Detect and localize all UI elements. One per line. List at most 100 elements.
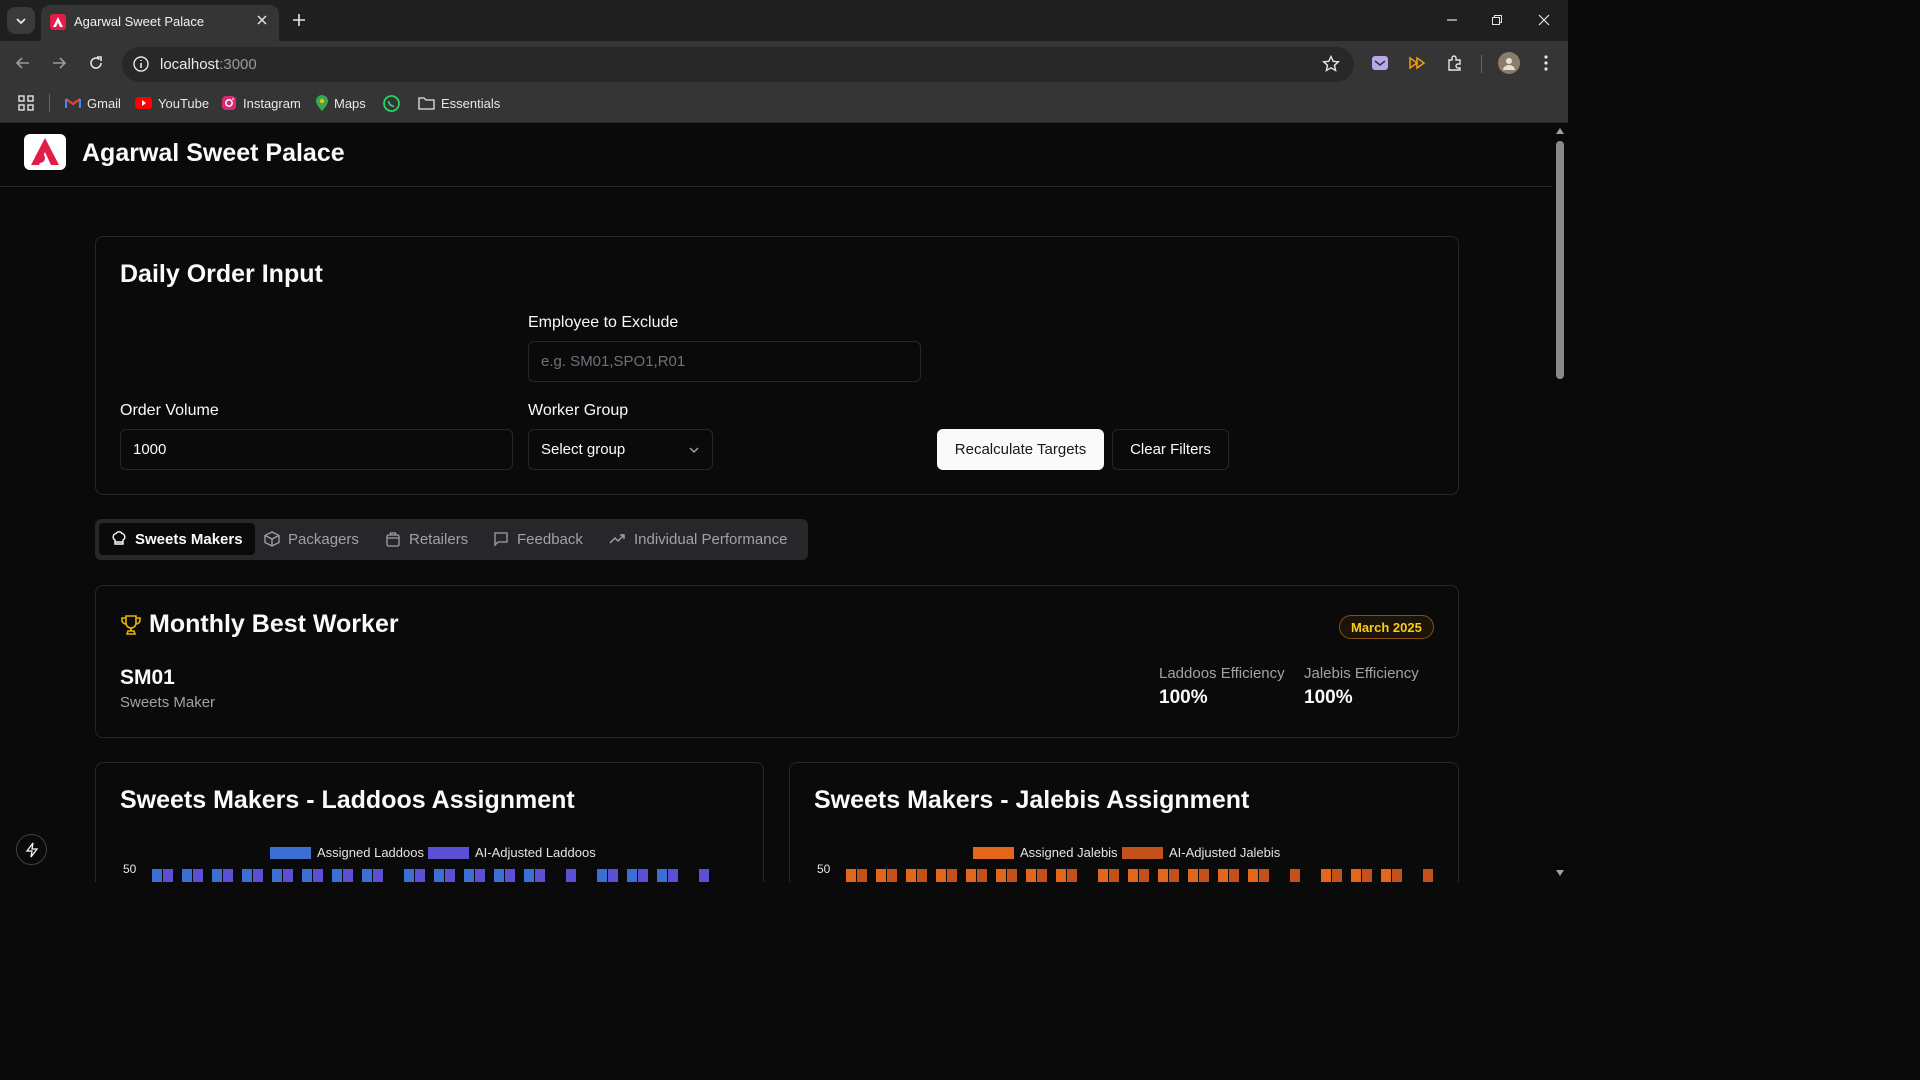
back-button[interactable]	[12, 52, 34, 74]
bookmark-gmail[interactable]: Gmail	[65, 94, 121, 112]
scrollbar-thumb[interactable]	[1556, 141, 1564, 379]
menu-kebab-icon[interactable]	[1536, 53, 1556, 73]
forward-button[interactable]	[48, 52, 70, 74]
plus-icon	[293, 14, 305, 26]
apps-grid-icon[interactable]	[18, 94, 34, 112]
reload-button[interactable]	[85, 52, 107, 74]
stat-laddoos-value: 100%	[1159, 687, 1208, 708]
bookmark-essentials[interactable]: Essentials	[418, 94, 500, 112]
chart-bar	[627, 869, 637, 882]
stat-jalebis-value: 100%	[1304, 687, 1353, 708]
page-scrollbar[interactable]	[1552, 123, 1568, 882]
reload-icon	[90, 56, 102, 69]
chart-bar	[1229, 869, 1239, 882]
chart-bar	[163, 869, 173, 882]
extension-mail-icon[interactable]	[1370, 53, 1390, 73]
chart-bar	[272, 869, 282, 882]
tab-search-button[interactable]	[7, 7, 35, 34]
chevron-down-icon	[16, 17, 26, 24]
legend-swatch	[428, 846, 469, 859]
minimize-button[interactable]	[1441, 9, 1463, 31]
scroll-up-arrow-icon[interactable]	[1555, 127, 1565, 135]
url-text: localhost:3000	[160, 56, 257, 73]
package-icon	[264, 531, 280, 547]
chart-bar	[668, 869, 678, 882]
scroll-down-arrow-icon[interactable]	[1555, 869, 1565, 877]
legend-swatch	[270, 846, 311, 859]
legend-assigned-jalebis: Assigned Jalebis	[973, 845, 1118, 860]
profile-avatar[interactable]	[1498, 52, 1520, 74]
chart-bar	[475, 869, 485, 882]
stat-laddoos-label: Laddoos Efficiency	[1159, 665, 1285, 682]
legend-swatch	[973, 846, 1014, 859]
person-icon	[1503, 58, 1515, 70]
app-logo	[24, 134, 66, 170]
trending-up-icon	[609, 534, 625, 544]
address-bar[interactable]: localhost:3000	[122, 47, 1354, 82]
close-window-button[interactable]	[1533, 9, 1555, 31]
order-input-card: Daily Order Input Employee to Exclude Or…	[95, 236, 1459, 495]
chart-bar	[505, 869, 515, 882]
chart-bar	[846, 869, 856, 882]
chart-bar	[182, 869, 192, 882]
exclude-label: Employee to Exclude	[528, 314, 679, 331]
tab-retailers[interactable]: Retailers	[373, 523, 480, 555]
laddoos-chart-card: Sweets Makers - Laddoos Assignment Assig…	[95, 762, 764, 882]
browser-tab-strip: Agarwal Sweet Palace	[0, 0, 1568, 41]
arrow-right-icon	[53, 57, 67, 69]
chart-bar	[1381, 869, 1391, 882]
extensions-puzzle-icon[interactable]	[1445, 53, 1465, 73]
browser-tab[interactable]: Agarwal Sweet Palace	[41, 5, 279, 41]
chart-bar	[253, 869, 263, 882]
bookmark-instagram[interactable]: Instagram	[221, 94, 301, 112]
extension-forward-icon[interactable]	[1407, 53, 1427, 73]
bookmark-youtube[interactable]: YouTube	[135, 94, 209, 112]
chart-bar	[524, 869, 534, 882]
chart-bar	[152, 869, 162, 882]
chart-bar	[947, 869, 957, 882]
restore-button[interactable]	[1486, 9, 1508, 31]
legend-swatch	[1122, 846, 1163, 859]
bookmark-star-icon[interactable]	[1322, 55, 1340, 73]
folder-icon	[418, 97, 435, 110]
recalculate-targets-button[interactable]: Recalculate Targets	[937, 429, 1104, 470]
bookmark-maps[interactable]: Maps	[316, 94, 366, 112]
order-volume-input[interactable]	[120, 429, 513, 470]
worker-group-value: Select group	[541, 441, 626, 458]
browser-toolbar: localhost:3000	[0, 41, 1568, 85]
message-square-icon	[494, 532, 508, 547]
month-badge: March 2025	[1339, 615, 1434, 639]
chart-bar	[566, 869, 576, 882]
tab-individual-performance[interactable]: Individual Performance	[597, 523, 799, 555]
chart-bar	[1026, 869, 1036, 882]
worker-group-select[interactable]: Select group	[528, 429, 713, 470]
close-tab-icon[interactable]	[253, 11, 271, 29]
chart-bar	[1037, 869, 1047, 882]
app-favicon-icon	[50, 14, 66, 30]
chart-bar	[1423, 869, 1433, 882]
dev-tools-indicator[interactable]	[16, 834, 47, 865]
site-info-icon[interactable]	[132, 55, 150, 73]
tab-sweets-makers[interactable]: Sweets Makers	[99, 523, 255, 555]
chart-bar	[657, 869, 667, 882]
chart-bar	[494, 869, 504, 882]
tab-feedback[interactable]: Feedback	[481, 523, 595, 555]
volume-label: Order Volume	[120, 402, 219, 419]
chart-bar	[415, 869, 425, 882]
close-icon	[1538, 14, 1550, 26]
stat-jalebis-label: Jalebis Efficiency	[1304, 665, 1419, 682]
clear-filters-button[interactable]: Clear Filters	[1112, 429, 1229, 470]
chart-bar	[1259, 869, 1269, 882]
exclude-input[interactable]	[528, 341, 921, 382]
tab-packagers[interactable]: Packagers	[252, 523, 371, 555]
chart-bar	[1321, 869, 1331, 882]
chart-bar	[343, 869, 353, 882]
chart-bar	[223, 869, 233, 882]
instagram-icon	[222, 96, 236, 110]
chart-bar	[1109, 869, 1119, 882]
chart-bar	[876, 869, 886, 882]
new-tab-button[interactable]	[288, 9, 310, 31]
app-header: Agarwal Sweet Palace	[0, 123, 1552, 187]
bookmark-whatsapp[interactable]	[383, 94, 400, 112]
worker-group-label: Worker Group	[528, 402, 629, 419]
